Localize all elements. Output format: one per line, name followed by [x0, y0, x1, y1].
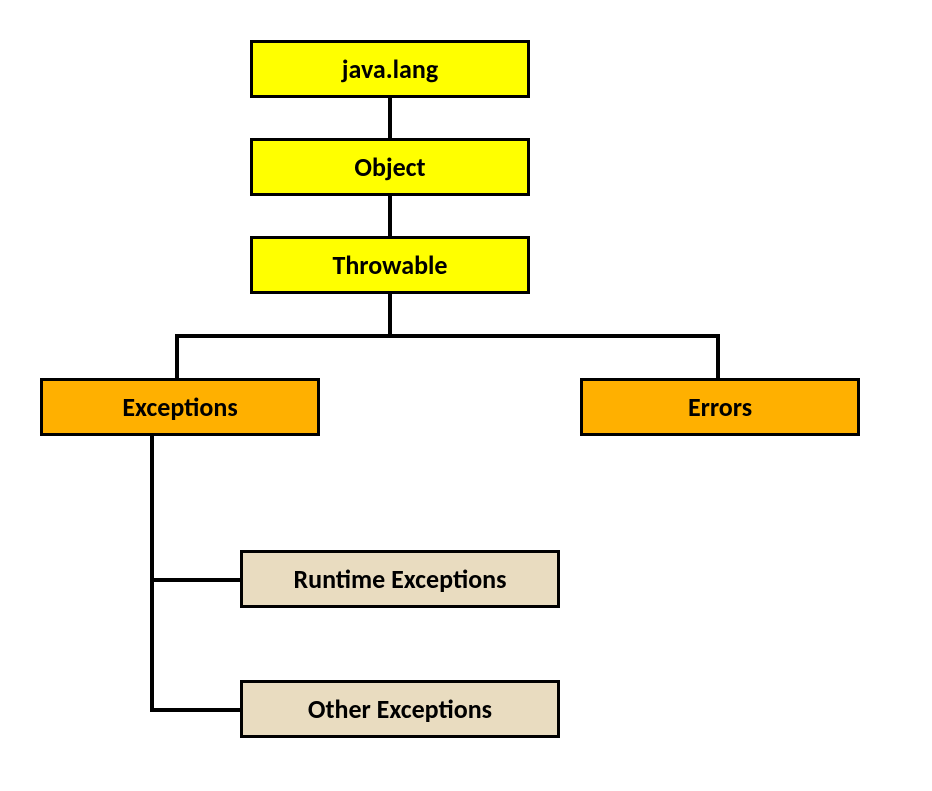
node-other: Other Exceptions [240, 680, 560, 738]
node-javalang: java.lang [250, 40, 530, 98]
node-exceptions: Exceptions [40, 378, 320, 436]
label-runtime: Runtime Exceptions [293, 563, 506, 595]
label-other: Other Exceptions [308, 693, 492, 725]
connector [716, 334, 720, 378]
node-runtime: Runtime Exceptions [240, 550, 560, 608]
connector [175, 334, 179, 378]
node-throwable: Throwable [250, 236, 530, 294]
connector [388, 98, 392, 138]
label-exceptions: Exceptions [122, 391, 237, 423]
connector [150, 578, 240, 582]
connector [175, 334, 720, 338]
label-javalang: java.lang [342, 53, 438, 85]
connector [150, 436, 154, 712]
label-object: Object [354, 151, 425, 183]
node-errors: Errors [580, 378, 860, 436]
label-throwable: Throwable [332, 249, 447, 281]
label-errors: Errors [688, 391, 752, 423]
node-object: Object [250, 138, 530, 196]
connector [388, 196, 392, 236]
connector [150, 708, 240, 712]
connector [388, 294, 392, 334]
